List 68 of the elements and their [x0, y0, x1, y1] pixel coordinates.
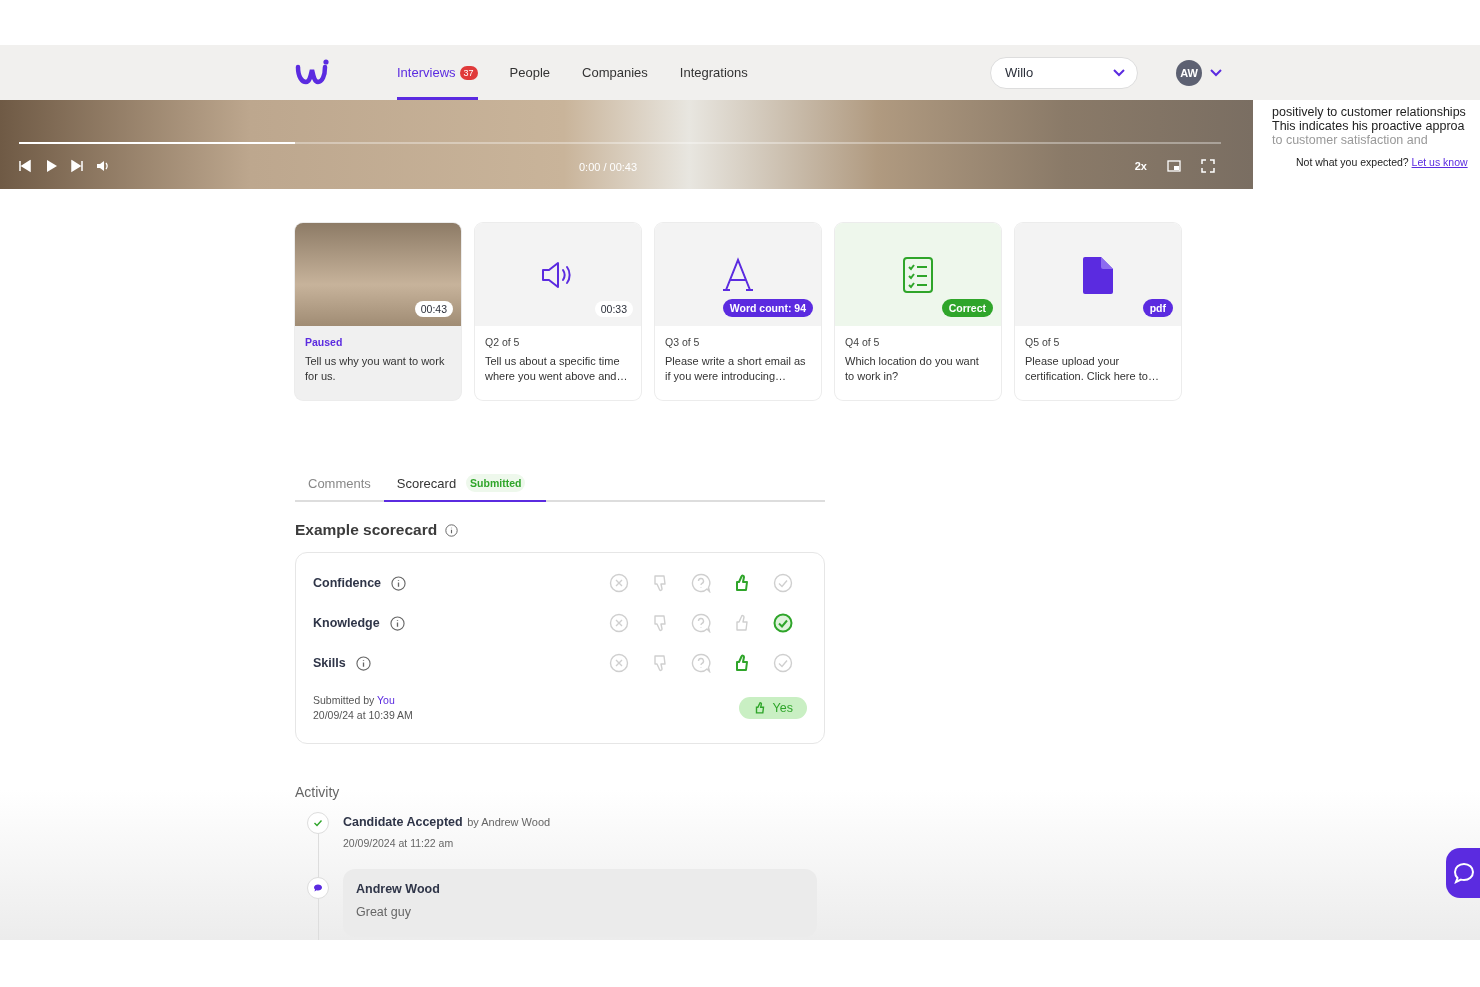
- criterion-label: Skills: [313, 656, 346, 670]
- event-time: 20/09/2024 at 11:22 am: [343, 837, 455, 849]
- check-circle-icon[interactable]: [773, 653, 793, 673]
- submission-info: Submitted by You 20/09/24 at 10:39 AM: [313, 693, 413, 723]
- nav-tab[interactable]: People: [509, 45, 551, 100]
- question-text: Tell us why you want to work for us.: [305, 354, 446, 384]
- question-text: Please write a short email as if you were introducing…: [665, 354, 807, 384]
- info-icon[interactable]: [355, 655, 371, 671]
- question-number: Q5 of 5: [1025, 336, 1061, 348]
- question-number: Q2 of 5: [485, 336, 521, 348]
- question-card[interactable]: pdf Q5 of 5 Please upload your certification. Click here to…: [1015, 223, 1181, 400]
- scorecard-title: Example scorecard: [295, 521, 438, 539]
- skip-forward-icon[interactable]: [70, 159, 84, 173]
- summary-text: This indicates his proactive approa: [1272, 119, 1466, 133]
- question-text: Which location do you want to work in?: [845, 354, 980, 384]
- criterion-label: Knowledge: [313, 616, 380, 630]
- answer-badge: Word count: 94: [722, 299, 813, 317]
- speech-bubble-icon: [1452, 861, 1476, 885]
- speed-button[interactable]: 2x: [1134, 160, 1147, 172]
- speech-bubble-icon: [313, 883, 323, 893]
- user-avatar[interactable]: AW: [1176, 59, 1202, 86]
- duration-badge: 00:33: [594, 301, 633, 317]
- workspace-dropdown[interactable]: Willo: [990, 56, 1138, 89]
- question-card[interactable]: Correct Q4 of 5 Which location do you want to work in?: [835, 223, 1001, 400]
- question-card[interactable]: Word count: 94 Q3 of 5 Please write a short email as if you were introducing…: [655, 223, 821, 400]
- skip-back-icon[interactable]: [18, 159, 32, 173]
- count-badge: 37: [459, 65, 478, 80]
- tab[interactable]: Scorecard Submitted: [383, 474, 547, 502]
- video-frame[interactable]: 0:00 / 00:43 2x: [0, 100, 1253, 189]
- picture-in-picture-icon[interactable]: [1167, 159, 1181, 173]
- check-circle-icon[interactable]: [773, 573, 793, 593]
- feedback-link[interactable]: Let us know: [1411, 156, 1468, 168]
- event-title: Candidate Accepted: [343, 815, 463, 829]
- question-number: Q3 of 5: [665, 336, 701, 348]
- logo-icon[interactable]: [295, 58, 331, 87]
- duration-badge: 00:43: [414, 301, 453, 317]
- question-card[interactable]: 00:43 Paused Tell us why you want to work for us.: [295, 223, 461, 400]
- nav-tab[interactable]: Integrations: [679, 45, 748, 100]
- event-author: by Andrew Wood: [467, 816, 551, 828]
- check-icon: [313, 818, 323, 828]
- info-icon[interactable]: [445, 523, 459, 537]
- chevron-down-icon: [1113, 68, 1125, 77]
- activity-title: Activity: [295, 784, 341, 800]
- chat-button[interactable]: [1446, 848, 1480, 898]
- play-icon[interactable]: [44, 159, 58, 173]
- info-icon[interactable]: [391, 575, 407, 591]
- info-icon[interactable]: [389, 615, 405, 631]
- fullscreen-icon[interactable]: [1201, 159, 1215, 173]
- status-badge: Submitted: [466, 474, 526, 492]
- volume-icon[interactable]: [96, 159, 110, 173]
- answer-badge: pdf: [1142, 299, 1173, 317]
- criterion-label: Confidence: [313, 576, 382, 590]
- question-status: Paused: [305, 336, 344, 348]
- question-number: Q4 of 5: [845, 336, 881, 348]
- feedback-text: Not what you expected? Let us know: [1295, 155, 1469, 169]
- summary-text: positively to customer relationships: [1272, 105, 1467, 119]
- question-text: Please upload your certification. Click here to…: [1025, 354, 1160, 384]
- question-card[interactable]: 00:33 Q2 of 5 Tell us about a specific time where you went above and…: [475, 223, 641, 400]
- summary-text: to customer satisfaction and: [1272, 133, 1429, 147]
- question-text: Tell us about a specific time where you went above and…: [485, 354, 629, 384]
- answer-badge: Correct: [941, 299, 993, 317]
- tab[interactable]: Comments: [295, 474, 384, 502]
- chevron-down-icon[interactable]: [1210, 68, 1222, 77]
- nav-tab[interactable]: Companies: [582, 45, 648, 100]
- video-time: 0:00 / 00:43: [579, 161, 638, 173]
- check-circle-icon[interactable]: [773, 613, 793, 633]
- comment-text: Great guy: [356, 905, 412, 919]
- comment-author: Andrew Wood: [356, 882, 441, 896]
